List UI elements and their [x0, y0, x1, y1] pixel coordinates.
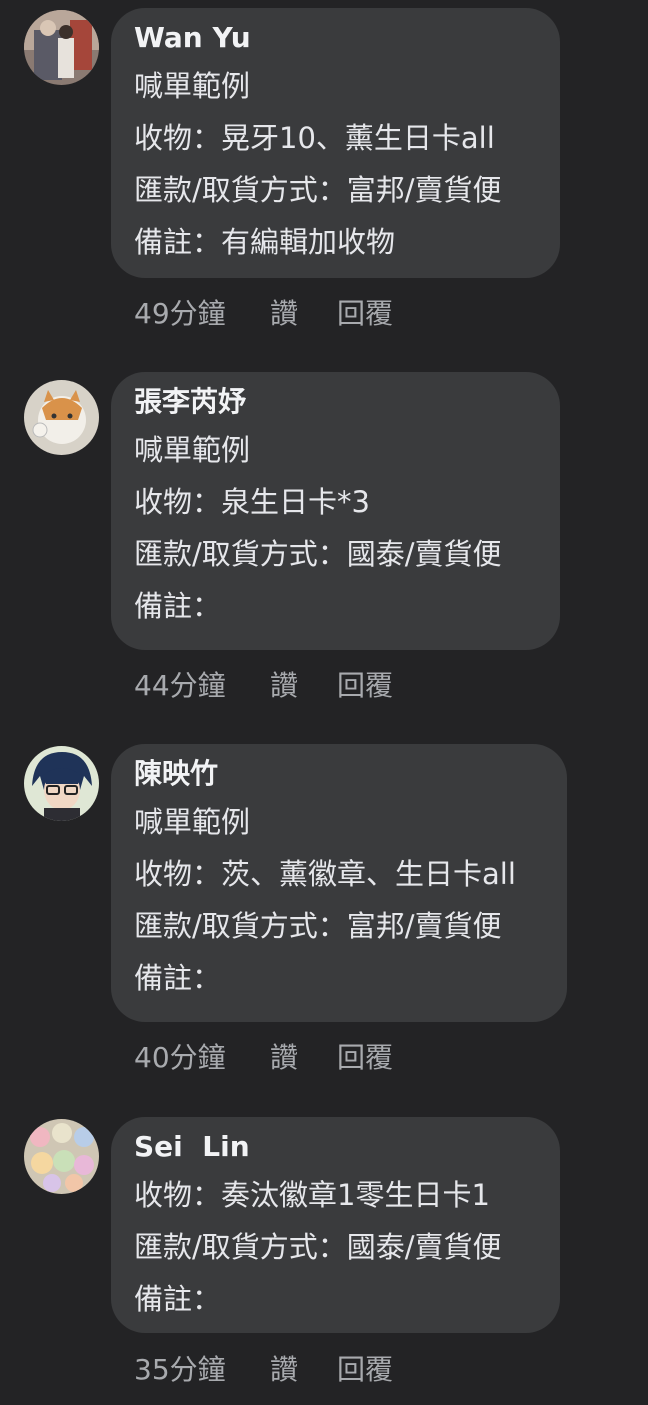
comment-bubble: Sei Lin 收物：奏汰徽章1零生日卡1 匯款/取貨方式：國泰/賣貨便 備註： — [111, 1117, 560, 1333]
avatar[interactable] — [24, 10, 99, 85]
comment-text-line: 收物：奏汰徽章1零生日卡1 — [134, 1178, 490, 1212]
comment-text-line: 備註： — [134, 1282, 222, 1316]
comment-timestamp: 35分鐘 — [134, 1353, 226, 1386]
comment-actions: 35分鐘 讚回覆 — [134, 1352, 393, 1388]
comment-text-line: 匯款/取貨方式：國泰/賣貨便 — [134, 537, 502, 571]
like-button[interactable]: 讚 — [270, 668, 337, 704]
comment-text-line: 收物：晃牙10、薰生日卡all — [134, 121, 495, 155]
reply-button[interactable]: 回覆 — [337, 296, 393, 332]
comment-text-line: 匯款/取貨方式：國泰/賣貨便 — [134, 1230, 502, 1264]
comment-bubble: 張李芮妤 喊單範例 收物：泉生日卡*3 匯款/取貨方式：國泰/賣貨便 備註： — [111, 372, 560, 650]
comment-text-line: 匯款/取貨方式：富邦/賣貨便 — [134, 173, 502, 207]
comment-author[interactable]: 張李芮妤 — [134, 384, 538, 424]
comment-text-line: 備註： — [134, 961, 222, 995]
reply-button[interactable]: 回覆 — [337, 668, 393, 704]
comment-author[interactable]: 陳映竹 — [134, 756, 545, 796]
comment-text-line: 喊單範例 — [134, 433, 251, 467]
anime-avatar-icon — [24, 746, 99, 821]
comment-text-line: 收物：泉生日卡*3 — [134, 485, 370, 519]
comment-bubble: 陳映竹 喊單範例 收物：茨、薰徽章、生日卡all 匯款/取貨方式：富邦/賣貨便 … — [111, 744, 567, 1022]
comment-author[interactable]: Sei Lin — [134, 1129, 538, 1169]
comment-timestamp: 44分鐘 — [134, 669, 226, 702]
reply-button[interactable]: 回覆 — [337, 1352, 393, 1388]
plush-dolls-avatar-icon — [24, 1119, 99, 1194]
comment-text-line: 備註： — [134, 589, 222, 623]
like-button[interactable]: 讚 — [270, 296, 337, 332]
user-photo-icon — [24, 10, 99, 85]
like-button[interactable]: 讚 — [270, 1040, 337, 1076]
comment-actions: 40分鐘 讚回覆 — [134, 1040, 393, 1076]
comment-timestamp: 49分鐘 — [134, 297, 226, 330]
comment-actions: 44分鐘 讚回覆 — [134, 668, 393, 704]
avatar[interactable] — [24, 380, 99, 455]
comment-text-line: 匯款/取貨方式：富邦/賣貨便 — [134, 909, 502, 943]
avatar[interactable] — [24, 1119, 99, 1194]
comment-text-line: 喊單範例 — [134, 805, 251, 839]
comment-timestamp: 40分鐘 — [134, 1041, 226, 1074]
comment-text-line: 備註：有編輯加收物 — [134, 225, 396, 259]
avatar[interactable] — [24, 746, 99, 821]
comment-text-line: 收物：茨、薰徽章、生日卡all — [134, 857, 516, 891]
comment-actions: 49分鐘 讚回覆 — [134, 296, 393, 332]
cat-avatar-icon — [24, 380, 99, 455]
reply-button[interactable]: 回覆 — [337, 1040, 393, 1076]
comment-bubble: Wan Yu 喊單範例 收物：晃牙10、薰生日卡all 匯款/取貨方式：富邦/賣… — [111, 8, 560, 278]
like-button[interactable]: 讚 — [270, 1352, 337, 1388]
comment-author[interactable]: Wan Yu — [134, 20, 538, 60]
comment-text-line: 喊單範例 — [134, 69, 251, 103]
